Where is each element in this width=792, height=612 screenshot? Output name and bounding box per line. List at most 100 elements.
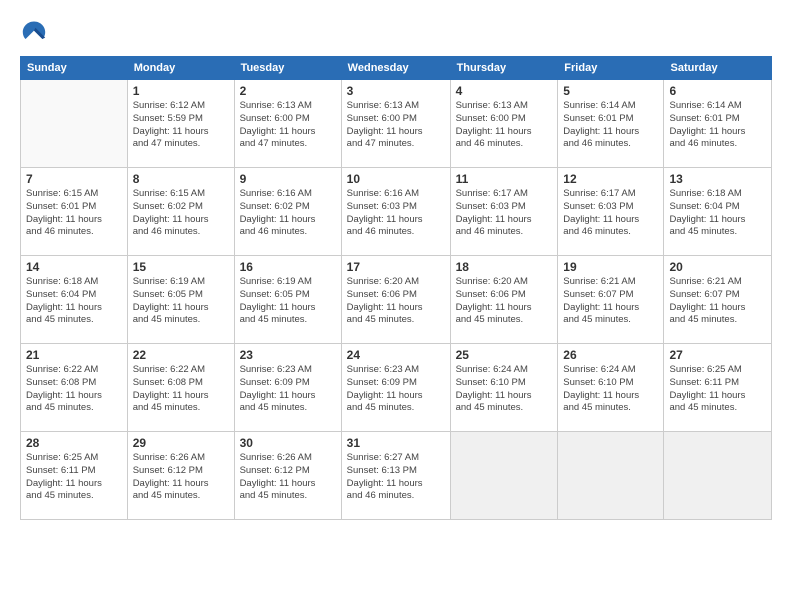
calendar-day-cell: 14 Sunrise: 6:18 AM Sunset: 6:04 PM Dayli… [21,256,128,344]
day-number: 10 [347,172,445,186]
calendar-week-row: 14 Sunrise: 6:18 AM Sunset: 6:04 PM Dayli… [21,256,772,344]
day-info: Sunrise: 6:24 AM Sunset: 6:10 PM Dayligh… [456,364,553,415]
calendar-day-cell: 7 Sunrise: 6:15 AM Sunset: 6:01 PM Daylig… [21,168,128,256]
day-info: Sunrise: 6:22 AM Sunset: 6:08 PM Dayligh… [133,364,229,415]
day-info: Sunrise: 6:15 AM Sunset: 6:02 PM Dayligh… [133,188,229,239]
day-number: 20 [669,260,766,274]
calendar-day-cell: 3 Sunrise: 6:13 AM Sunset: 6:00 PM Daylig… [341,80,450,168]
weekday-header: Sunday [21,57,128,80]
day-info: Sunrise: 6:23 AM Sunset: 6:09 PM Dayligh… [347,364,445,415]
calendar-day-cell: 21 Sunrise: 6:22 AM Sunset: 6:08 PM Dayli… [21,344,128,432]
day-number: 18 [456,260,553,274]
calendar-day-cell: 8 Sunrise: 6:15 AM Sunset: 6:02 PM Daylig… [127,168,234,256]
day-info: Sunrise: 6:18 AM Sunset: 6:04 PM Dayligh… [26,276,122,327]
weekday-header: Wednesday [341,57,450,80]
day-info: Sunrise: 6:21 AM Sunset: 6:07 PM Dayligh… [563,276,658,327]
day-info: Sunrise: 6:24 AM Sunset: 6:10 PM Dayligh… [563,364,658,415]
calendar-day-cell: 10 Sunrise: 6:16 AM Sunset: 6:03 PM Dayli… [341,168,450,256]
calendar-day-cell: 13Sunrise: 6:18 AM Sunset: 6:04 PM Dayli… [664,168,772,256]
day-number: 15 [133,260,229,274]
calendar-table: SundayMondayTuesdayWednesdayThursdayFrid… [20,56,772,520]
day-info: Sunrise: 6:22 AM Sunset: 6:08 PM Dayligh… [26,364,122,415]
calendar-day-cell: 6 Sunrise: 6:14 AM Sunset: 6:01 PM Daylig… [664,80,772,168]
calendar-week-row: 28 Sunrise: 6:25 AM Sunset: 6:11 PM Dayli… [21,432,772,520]
logo [20,18,52,46]
day-number: 6 [669,84,766,98]
calendar-day-cell [450,432,558,520]
day-info: Sunrise: 6:23 AM Sunset: 6:09 PM Dayligh… [240,364,336,415]
calendar-week-row: 1 Sunrise: 6:12 AM Sunset: 5:59 PM Daylig… [21,80,772,168]
day-number: 24 [347,348,445,362]
day-info: Sunrise: 6:20 AM Sunset: 6:06 PM Dayligh… [347,276,445,327]
day-number: 14 [26,260,122,274]
calendar-day-cell: 17Sunrise: 6:20 AM Sunset: 6:06 PM Dayli… [341,256,450,344]
day-number: 1 [133,84,229,98]
calendar-day-cell: 11 Sunrise: 6:17 AM Sunset: 6:03 PM Dayli… [450,168,558,256]
calendar-day-cell: 27 Sunrise: 6:25 AM Sunset: 6:11 PM Dayli… [664,344,772,432]
calendar-day-cell: 19 Sunrise: 6:21 AM Sunset: 6:07 PM Dayli… [558,256,664,344]
calendar-day-cell [558,432,664,520]
calendar-day-cell [664,432,772,520]
day-number: 23 [240,348,336,362]
day-info: Sunrise: 6:15 AM Sunset: 6:01 PM Dayligh… [26,188,122,239]
day-number: 22 [133,348,229,362]
calendar-day-cell: 25Sunrise: 6:24 AM Sunset: 6:10 PM Dayli… [450,344,558,432]
calendar-day-cell: 23 Sunrise: 6:23 AM Sunset: 6:09 PM Dayli… [234,344,341,432]
logo-icon [20,18,48,46]
day-number: 26 [563,348,658,362]
day-info: Sunrise: 6:16 AM Sunset: 6:03 PM Dayligh… [347,188,445,239]
day-info: Sunrise: 6:14 AM Sunset: 6:01 PM Dayligh… [669,100,766,151]
calendar-header-row: SundayMondayTuesdayWednesdayThursdayFrid… [21,57,772,80]
calendar-day-cell: 29 Sunrise: 6:26 AM Sunset: 6:12 PM Dayli… [127,432,234,520]
calendar-day-cell: 16 Sunrise: 6:19 AM Sunset: 6:05 PM Dayli… [234,256,341,344]
calendar-day-cell: 1 Sunrise: 6:12 AM Sunset: 5:59 PM Daylig… [127,80,234,168]
day-number: 11 [456,172,553,186]
day-number: 28 [26,436,122,450]
calendar-day-cell: 20 Sunrise: 6:21 AM Sunset: 6:07 PM Dayli… [664,256,772,344]
day-number: 3 [347,84,445,98]
day-number: 29 [133,436,229,450]
day-info: Sunrise: 6:13 AM Sunset: 6:00 PM Dayligh… [456,100,553,151]
day-info: Sunrise: 6:14 AM Sunset: 6:01 PM Dayligh… [563,100,658,151]
day-number: 31 [347,436,445,450]
day-number: 27 [669,348,766,362]
day-info: Sunrise: 6:12 AM Sunset: 5:59 PM Dayligh… [133,100,229,151]
calendar-week-row: 21 Sunrise: 6:22 AM Sunset: 6:08 PM Dayli… [21,344,772,432]
day-info: Sunrise: 6:13 AM Sunset: 6:00 PM Dayligh… [347,100,445,151]
weekday-header: Thursday [450,57,558,80]
day-number: 7 [26,172,122,186]
day-info: Sunrise: 6:17 AM Sunset: 6:03 PM Dayligh… [456,188,553,239]
day-number: 4 [456,84,553,98]
day-info: Sunrise: 6:25 AM Sunset: 6:11 PM Dayligh… [26,452,122,503]
day-info: Sunrise: 6:25 AM Sunset: 6:11 PM Dayligh… [669,364,766,415]
calendar-day-cell: 24 Sunrise: 6:23 AM Sunset: 6:09 PM Dayli… [341,344,450,432]
day-info: Sunrise: 6:21 AM Sunset: 6:07 PM Dayligh… [669,276,766,327]
day-info: Sunrise: 6:20 AM Sunset: 6:06 PM Dayligh… [456,276,553,327]
calendar-day-cell: 15 Sunrise: 6:19 AM Sunset: 6:05 PM Dayli… [127,256,234,344]
day-number: 16 [240,260,336,274]
day-number: 9 [240,172,336,186]
day-number: 19 [563,260,658,274]
weekday-header: Monday [127,57,234,80]
day-info: Sunrise: 6:18 AM Sunset: 6:04 PM Dayligh… [669,188,766,239]
day-info: Sunrise: 6:17 AM Sunset: 6:03 PM Dayligh… [563,188,658,239]
day-info: Sunrise: 6:26 AM Sunset: 6:12 PM Dayligh… [133,452,229,503]
day-info: Sunrise: 6:13 AM Sunset: 6:00 PM Dayligh… [240,100,336,151]
calendar-day-cell: 12 Sunrise: 6:17 AM Sunset: 6:03 PM Dayli… [558,168,664,256]
day-number: 8 [133,172,229,186]
day-number: 30 [240,436,336,450]
day-info: Sunrise: 6:19 AM Sunset: 6:05 PM Dayligh… [240,276,336,327]
page-header [20,18,772,46]
weekday-header: Saturday [664,57,772,80]
day-number: 21 [26,348,122,362]
day-number: 12 [563,172,658,186]
day-number: 2 [240,84,336,98]
calendar-day-cell: 26 Sunrise: 6:24 AM Sunset: 6:10 PM Dayli… [558,344,664,432]
calendar-day-cell: 4 Sunrise: 6:13 AM Sunset: 6:00 PM Daylig… [450,80,558,168]
day-info: Sunrise: 6:26 AM Sunset: 6:12 PM Dayligh… [240,452,336,503]
calendar-day-cell: 2 Sunrise: 6:13 AM Sunset: 6:00 PM Daylig… [234,80,341,168]
calendar-week-row: 7 Sunrise: 6:15 AM Sunset: 6:01 PM Daylig… [21,168,772,256]
calendar-day-cell: 22 Sunrise: 6:22 AM Sunset: 6:08 PM Dayli… [127,344,234,432]
day-info: Sunrise: 6:19 AM Sunset: 6:05 PM Dayligh… [133,276,229,327]
day-info: Sunrise: 6:27 AM Sunset: 6:13 PM Dayligh… [347,452,445,503]
